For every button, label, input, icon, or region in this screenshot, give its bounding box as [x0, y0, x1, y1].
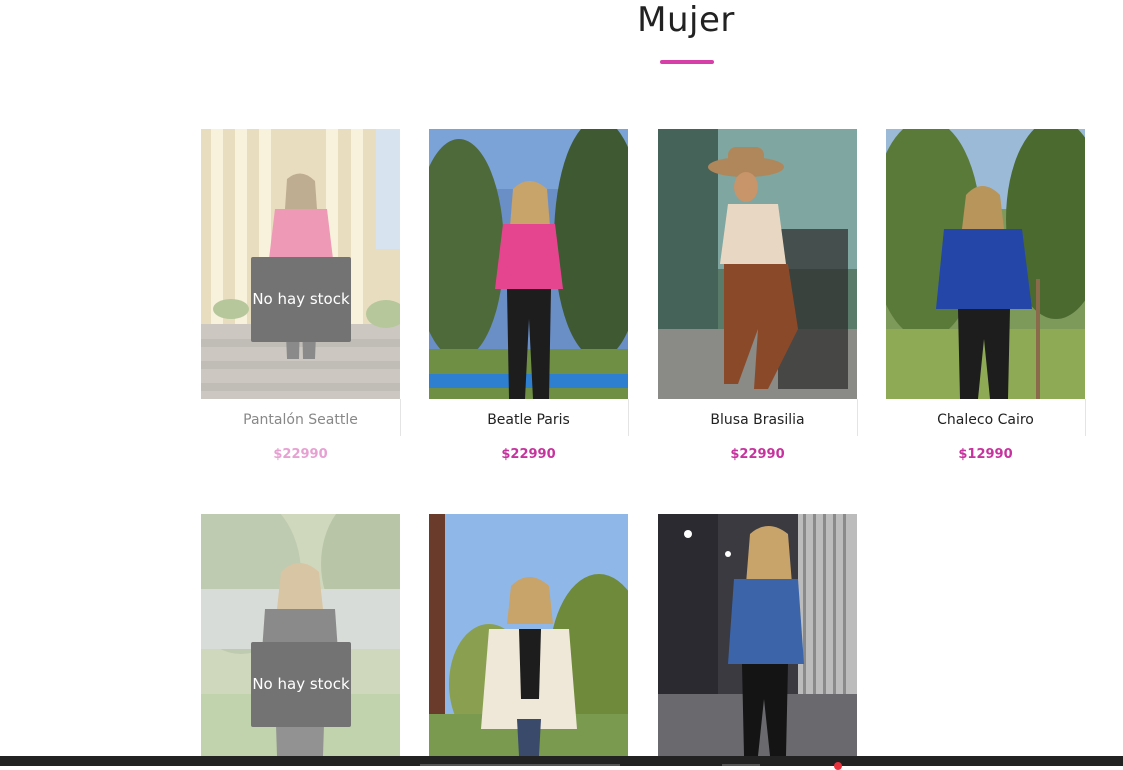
out-of-stock-badge: No hay stock: [251, 642, 351, 727]
out-of-stock-badge: No hay stock: [251, 257, 351, 342]
product-info: Chaleco Cairo $12990: [886, 399, 1086, 462]
notification-dot-icon: [834, 762, 842, 770]
product-image[interactable]: [658, 129, 857, 399]
product-price: $12990: [958, 447, 1013, 462]
product-image[interactable]: [886, 129, 1085, 399]
product-image[interactable]: [429, 129, 628, 399]
product-info: Blusa Brasilia $22990: [658, 399, 858, 462]
product-card-beatle-paris[interactable]: Beatle Paris $22990: [429, 129, 629, 462]
product-image[interactable]: [429, 514, 628, 756]
product-name[interactable]: Beatle Paris: [429, 412, 628, 428]
product-card[interactable]: No hay stock: [201, 514, 401, 756]
product-card-pantalon-seattle[interactable]: No hay stock Pantalón Seattle $22990: [201, 129, 401, 462]
product-price: $22990: [273, 447, 328, 462]
product-name[interactable]: Chaleco Cairo: [886, 412, 1085, 428]
product-price: $22990: [730, 447, 785, 462]
product-info: Pantalón Seattle $22990: [201, 399, 401, 462]
page-title: Mujer: [637, 0, 735, 40]
product-card-chaleco-cairo[interactable]: Chaleco Cairo $12990: [886, 129, 1086, 462]
product-card[interactable]: [658, 514, 858, 756]
taskbar: [0, 756, 1123, 766]
product-image[interactable]: No hay stock: [201, 129, 400, 399]
product-info: Beatle Paris $22990: [429, 399, 629, 462]
product-price: $22990: [501, 447, 556, 462]
product-image[interactable]: [658, 514, 857, 756]
product-card[interactable]: [429, 514, 629, 756]
title-underline: [660, 60, 714, 64]
product-card-blusa-brasilia[interactable]: Blusa Brasilia $22990: [658, 129, 858, 462]
product-name[interactable]: Blusa Brasilia: [658, 412, 857, 428]
product-name[interactable]: Pantalón Seattle: [201, 412, 400, 428]
product-image[interactable]: No hay stock: [201, 514, 400, 756]
